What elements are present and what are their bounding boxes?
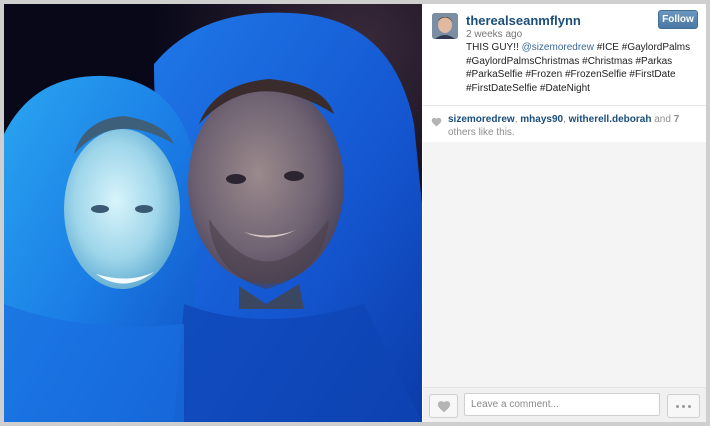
- liker-link[interactable]: mhays90: [520, 114, 563, 125]
- likes-and: and: [651, 114, 674, 125]
- caption-text: THIS GUY!!: [466, 42, 522, 53]
- caption-mention-link[interactable]: @sizemoredrew: [522, 42, 594, 53]
- likes-heart-icon: [431, 114, 442, 132]
- more-options-button[interactable]: [667, 394, 700, 418]
- selfie-image: [4, 4, 422, 422]
- post-modal: therealseanmflynn 2 weeks ago Follow THI…: [4, 4, 706, 422]
- likes-summary: sizemoredrew, mhays90, witherell.deborah…: [423, 106, 706, 140]
- likes-text: sizemoredrew, mhays90, witherell.deborah…: [448, 113, 698, 139]
- like-button[interactable]: [429, 394, 458, 418]
- comment-input[interactable]: [464, 393, 660, 416]
- heart-icon: [437, 400, 450, 412]
- avatar-image: [432, 13, 458, 39]
- post-timestamp: 2 weeks ago: [466, 29, 523, 40]
- others-count-link[interactable]: 7: [674, 114, 680, 125]
- likes-suffix: others like this.: [448, 127, 515, 138]
- post-side-panel: therealseanmflynn 2 weeks ago Follow THI…: [423, 4, 706, 422]
- comment-bar: [423, 387, 706, 422]
- more-dots-icon: [676, 404, 691, 408]
- username-link[interactable]: therealseanmflynn: [466, 13, 581, 28]
- post-caption: THIS GUY!! @sizemoredrew #ICE #GaylordPa…: [466, 41, 698, 95]
- post-header: therealseanmflynn 2 weeks ago Follow THI…: [423, 4, 706, 104]
- comments-area: [423, 142, 706, 387]
- liker-link[interactable]: witherell.deborah: [569, 114, 652, 125]
- follow-button[interactable]: Follow: [658, 10, 698, 29]
- avatar[interactable]: [432, 13, 458, 39]
- liker-link[interactable]: sizemoredrew: [448, 114, 515, 125]
- post-photo[interactable]: [4, 4, 422, 422]
